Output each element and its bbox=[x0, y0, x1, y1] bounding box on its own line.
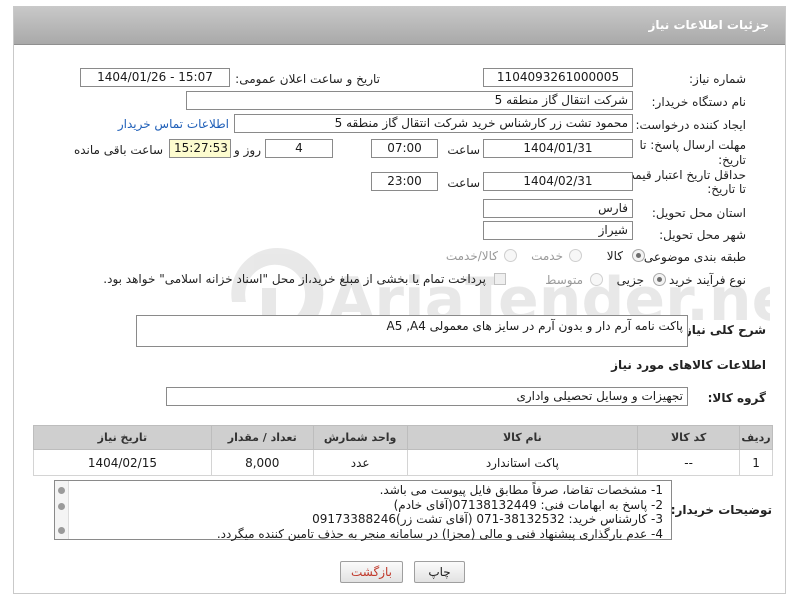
scroll-up-icon[interactable] bbox=[58, 487, 65, 494]
province-field: فارس bbox=[483, 199, 633, 218]
scroll-thumb-icon[interactable] bbox=[58, 503, 65, 510]
cell-code: -- bbox=[637, 449, 741, 476]
description-label: شرح کلی نیاز: bbox=[680, 323, 766, 337]
notes-scrollbar[interactable] bbox=[55, 481, 69, 539]
scroll-down-icon[interactable] bbox=[58, 527, 65, 534]
process-type-label: نوع فرآیند خرید : bbox=[661, 273, 746, 287]
col-date-header: تاریخ نیاز bbox=[33, 425, 212, 450]
need-number-label: شماره نیاز: bbox=[689, 72, 746, 86]
days-remaining-field: 4 bbox=[265, 139, 333, 158]
process-label-medium: متوسط bbox=[545, 273, 583, 287]
back-button[interactable]: بازگشت bbox=[340, 561, 403, 583]
city-label: شهر محل تحویل: bbox=[659, 228, 746, 242]
category-label-service: خدمت bbox=[531, 249, 563, 263]
price-validity-date-field: 1404/02/31 bbox=[483, 172, 633, 191]
need-number-field: 1104093261000005 bbox=[483, 68, 633, 87]
note-line: 1- مشخصات تقاضا، صرفاً مطابق فایل پیوست … bbox=[379, 483, 663, 497]
deadline-label: مهلت ارسال پاسخ: تا bbox=[639, 138, 746, 152]
col-code-header: کد کالا bbox=[637, 425, 741, 450]
goods-table: ردیف کد کالا نام کالا واحد شمارش تعداد /… bbox=[33, 425, 773, 476]
province-label: استان محل تحویل: bbox=[651, 206, 746, 220]
category-label-goods: کالا bbox=[606, 249, 623, 263]
panel-title: جزئیات اطلاعات نیاز bbox=[648, 18, 769, 32]
process-radio-minor[interactable] bbox=[653, 273, 666, 286]
table-row: 1 -- پاکت استاندارد عدد 8,000 1404/02/15 bbox=[33, 449, 773, 476]
buyer-notes-text: 1- مشخصات تقاضا، صرفاً مطابق فایل پیوست … bbox=[103, 483, 663, 541]
cell-name: پاکت استاندارد bbox=[406, 449, 639, 476]
treasury-payment-note: پرداخت تمام یا بخشی از مبلغ خرید،از محل … bbox=[103, 272, 486, 286]
print-button[interactable]: چاپ bbox=[414, 561, 465, 583]
price-validity-label-2: تا تاریخ: bbox=[707, 182, 746, 196]
price-validity-label: حداقل تاریخ اعتبار قیمت: bbox=[619, 168, 746, 182]
treasury-checkbox[interactable] bbox=[494, 273, 506, 285]
price-validity-time-field: 23:00 bbox=[371, 172, 438, 191]
cell-date: 1404/02/15 bbox=[33, 449, 212, 476]
category-label-goods-service: کالا/خدمت bbox=[445, 249, 498, 263]
deadline-label-2: تاریخ: bbox=[718, 153, 746, 167]
process-radio-medium[interactable] bbox=[590, 273, 603, 286]
city-field: شیراز bbox=[483, 221, 633, 240]
goods-table-header: ردیف کد کالا نام کالا واحد شمارش تعداد /… bbox=[33, 425, 773, 450]
buyer-notes-label: توضیحات خریدار: bbox=[670, 503, 772, 517]
col-qty-header: تعداد / مقدار bbox=[210, 425, 314, 450]
deadline-date-field: 1404/01/31 bbox=[483, 139, 633, 158]
cell-unit: عدد bbox=[312, 449, 408, 476]
category-radio-goods[interactable] bbox=[632, 249, 645, 262]
announce-label: تاریخ و ساعت اعلان عمومی: bbox=[235, 72, 380, 86]
category-radio-goods-service[interactable] bbox=[504, 249, 517, 262]
process-label-minor: جزیی bbox=[616, 273, 644, 287]
buyer-notes-box: 1- مشخصات تقاضا، صرفاً مطابق فایل پیوست … bbox=[54, 480, 672, 541]
remaining-time-field: 15:27:53 bbox=[169, 139, 231, 158]
buyer-org-field: شرکت انتقال گاز منطقه 5 bbox=[186, 91, 633, 110]
goods-group-field: تجهیزات و وسایل تحصیلی واداری bbox=[166, 387, 688, 406]
cell-qty: 8,000 bbox=[210, 449, 314, 476]
col-name-header: نام کالا bbox=[406, 425, 639, 450]
buyer-org-label: نام دستگاه خریدار: bbox=[651, 95, 747, 109]
category-label: طبقه بندی موضوعی: bbox=[639, 250, 746, 264]
note-line: 4- عدم بارگذاری پیشنهاد فنی و مالی (مجزا… bbox=[216, 526, 663, 541]
col-unit-header: واحد شمارش bbox=[312, 425, 408, 450]
note-line: 3- کارشناس خرید: 38132532-071 (آقای تشت … bbox=[312, 512, 663, 526]
deadline-time-field: 07:00 bbox=[371, 139, 438, 158]
goods-section-title: اطلاعات کالاهای مورد نیاز bbox=[611, 358, 766, 372]
price-validity-time-label: ساعت bbox=[447, 176, 480, 190]
remaining-time-label: ساعت باقی مانده bbox=[73, 143, 163, 157]
note-line: 2- پاسخ به ابهامات فنی: 07138132449(آقای… bbox=[393, 497, 663, 512]
description-field: پاکت نامه آرم دار و بدون آرم در سایز های… bbox=[136, 315, 688, 347]
panel-header: جزئیات اطلاعات نیاز bbox=[14, 7, 785, 45]
requester-label: ایجاد کننده درخواست: bbox=[635, 118, 746, 132]
buyer-contact-link[interactable]: اطلاعات تماس خریدار bbox=[118, 117, 229, 131]
goods-group-label: گروه کالا: bbox=[707, 391, 766, 405]
announce-field: 1404/01/26 - 15:07 bbox=[80, 68, 230, 87]
deadline-time-label: ساعت bbox=[447, 143, 480, 157]
requester-field: محمود تشت زر کارشناس خرید شرکت انتقال گا… bbox=[234, 114, 633, 133]
category-radio-service[interactable] bbox=[569, 249, 582, 262]
days-label: روز و bbox=[234, 143, 261, 157]
col-row-header: ردیف bbox=[739, 425, 773, 450]
cell-row: 1 bbox=[739, 449, 773, 476]
